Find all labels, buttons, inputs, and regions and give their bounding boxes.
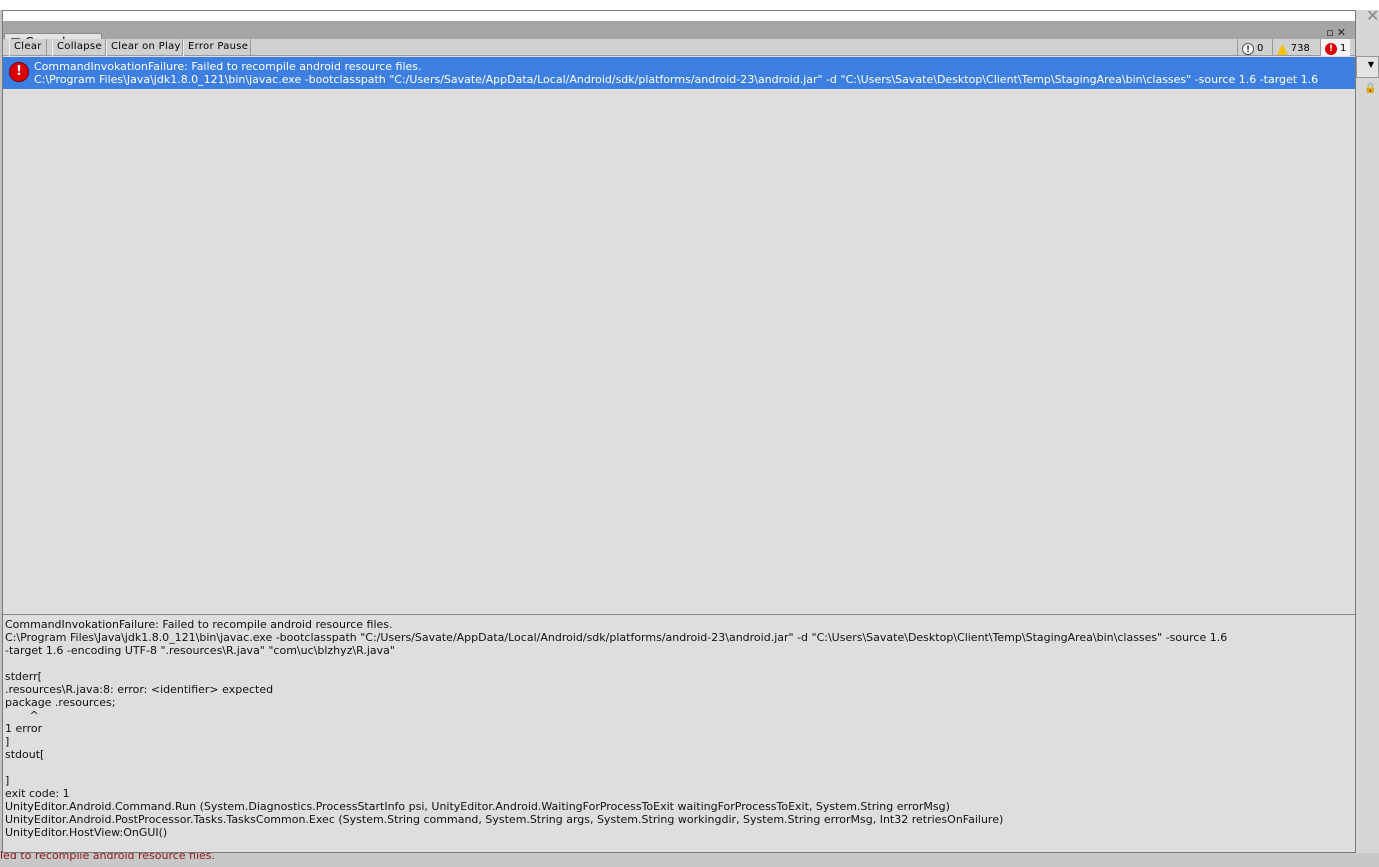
error-icon: !: [9, 62, 29, 82]
error-icon: !: [1325, 42, 1337, 55]
log-entry[interactable]: ! CommandInvokationFailure: Failed to re…: [3, 57, 1355, 89]
log-entry-subtitle: C:\Program Files\Java\jdk1.8.0_121\bin\j…: [34, 73, 1319, 86]
error-count: 1: [1340, 43, 1347, 54]
log-detail[interactable]: CommandInvokationFailure: Failed to reco…: [5, 618, 1350, 850]
splitter[interactable]: [3, 614, 1355, 616]
dropdown[interactable]: ▼: [1356, 56, 1379, 78]
status-bar[interactable]: led to recompile android resource files.: [0, 849, 1379, 867]
chevron-down-icon: ▼: [1367, 60, 1374, 69]
clear-button[interactable]: Clear: [9, 39, 47, 56]
collapse-button[interactable]: Collapse: [52, 39, 106, 56]
error-toggle[interactable]: ! 1: [1320, 39, 1350, 56]
top-band: [0, 0, 1379, 10]
info-toggle[interactable]: ! 0: [1237, 39, 1272, 56]
warning-icon: ▲: [1277, 40, 1288, 57]
maximize-icon[interactable]: ▫: [1326, 26, 1336, 39]
close-icon[interactable]: ✕: [1366, 6, 1379, 25]
info-icon: !: [1242, 42, 1254, 55]
toolbar: Clear Collapse Clear on Play Error Pause…: [3, 39, 1355, 57]
info-count: 0: [1257, 43, 1264, 54]
warning-count: 738: [1290, 43, 1310, 54]
background-editor: ✕ ▼ 🔒: [1356, 6, 1379, 867]
error-pause-button[interactable]: Error Pause: [183, 39, 251, 56]
lock-icon[interactable]: 🔒: [1364, 83, 1376, 94]
title-bar: ▤ Console ▫✕ ▾≡: [3, 11, 1355, 50]
console-window: ▤ Console ▫✕ ▾≡ Clear Collapse Clear on …: [2, 10, 1356, 853]
log-entry-title: CommandInvokationFailure: Failed to reco…: [34, 60, 422, 73]
warning-toggle[interactable]: ▲ 738: [1272, 39, 1320, 57]
clear-on-play-button[interactable]: Clear on Play: [106, 39, 183, 56]
